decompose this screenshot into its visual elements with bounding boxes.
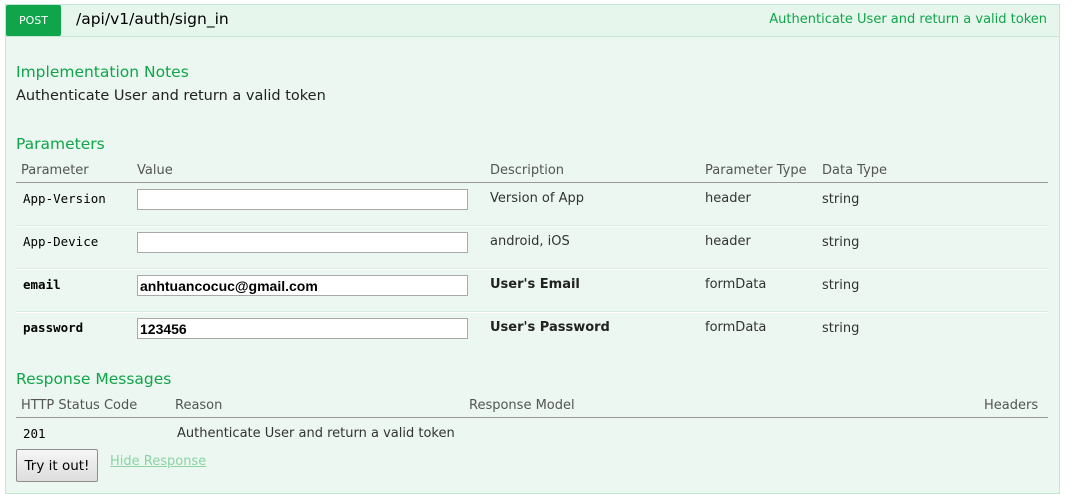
app-version-input[interactable] — [137, 189, 468, 210]
operation-header[interactable]: POST /api/v1/auth/sign_in Authenticate U… — [6, 5, 1059, 37]
endpoint-path[interactable]: /api/v1/auth/sign_in — [76, 10, 229, 28]
data-type-app-version: string — [822, 192, 860, 207]
param-desc-password: User's Password — [490, 320, 610, 335]
param-col-data-type: Data Type — [822, 163, 888, 178]
param-desc-app-device: android, iOS — [490, 234, 570, 249]
password-input[interactable] — [137, 318, 468, 339]
data-type-email: string — [822, 278, 860, 293]
endpoint-summary[interactable]: Authenticate User and return a valid tok… — [769, 12, 1047, 27]
response-reason: Authenticate User and return a valid tok… — [177, 426, 455, 441]
app-device-input[interactable] — [137, 232, 468, 253]
email-input[interactable] — [137, 275, 468, 296]
param-name-app-device: App-Device — [23, 234, 99, 249]
row-divider — [16, 311, 1048, 313]
data-type-app-device: string — [822, 235, 860, 250]
response-col-headers: Headers — [984, 398, 1039, 413]
param-type-app-device: header — [705, 234, 751, 249]
param-col-description: Description — [490, 163, 565, 178]
hide-response-link[interactable]: Hide Response — [110, 454, 206, 469]
param-name-password: password — [23, 320, 84, 335]
data-type-password: string — [822, 321, 860, 336]
try-it-out-button[interactable]: Try it out! — [16, 449, 98, 482]
implementation-notes-text: Authenticate User and return a valid tok… — [16, 88, 326, 104]
param-name-app-version: App-Version — [23, 191, 106, 206]
param-type-password: formData — [705, 320, 767, 335]
param-type-email: formData — [705, 277, 767, 292]
param-col-value: Value — [137, 163, 173, 178]
param-name-email: email — [23, 277, 61, 292]
param-header-divider — [16, 182, 1048, 183]
param-desc-email: User's Email — [490, 277, 580, 292]
operation-panel: POST /api/v1/auth/sign_in Authenticate U… — [5, 4, 1060, 494]
param-desc-app-version: Version of App — [490, 191, 584, 206]
param-col-parameter: Parameter — [21, 163, 89, 178]
implementation-notes-heading: Implementation Notes — [16, 63, 189, 81]
response-header-divider — [16, 417, 1048, 418]
response-col-status-code: HTTP Status Code — [21, 398, 138, 413]
response-status-code: 201 — [23, 426, 46, 441]
http-method-badge[interactable]: POST — [6, 5, 61, 36]
response-messages-heading: Response Messages — [16, 370, 172, 388]
response-col-reason: Reason — [175, 398, 223, 413]
row-divider — [16, 225, 1048, 227]
response-col-model: Response Model — [469, 398, 575, 413]
param-col-parameter-type: Parameter Type — [705, 163, 807, 178]
row-divider — [16, 268, 1048, 270]
param-type-app-version: header — [705, 191, 751, 206]
parameters-heading: Parameters — [16, 135, 105, 153]
